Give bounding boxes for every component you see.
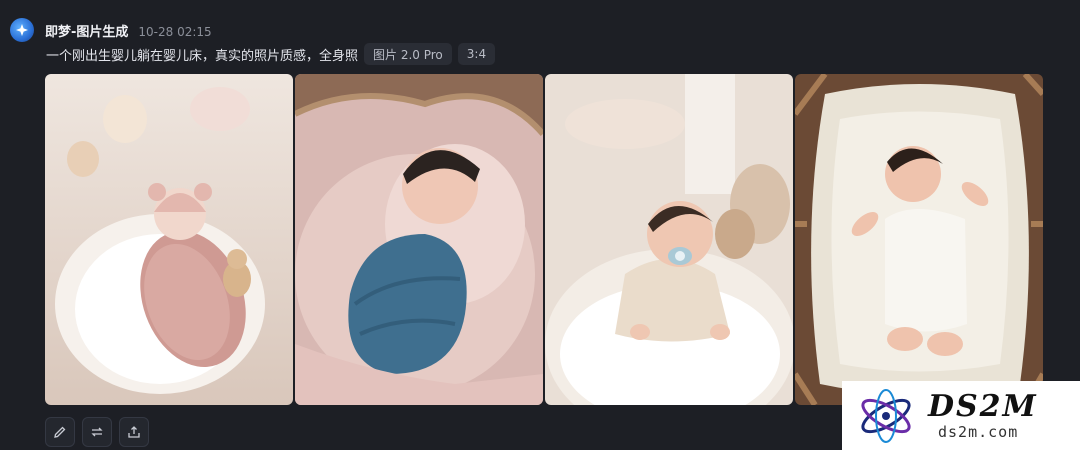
share-button[interactable] [119,417,149,447]
watermark-title: DS2M [928,388,1038,424]
prompt-text: 一个刚出生婴儿躺在婴儿床，真实的照片质感，全身照 [46,48,359,64]
star-icon [16,24,28,36]
action-toolbar [45,417,149,447]
atom-logo-icon [861,388,911,443]
watermark: DS2M ds2m.com [842,381,1080,450]
message-header: 即梦-图片生成 10-28 02:15 [10,18,212,42]
regenerate-icon [91,427,103,437]
app-avatar [10,18,34,42]
image-grid [45,74,1043,405]
prompt-row: 一个刚出生婴儿躺在婴儿床，真实的照片质感，全身照 图片 2.0 Pro 3:4 [46,43,496,65]
generated-image-3[interactable] [545,74,793,405]
app-name: 即梦-图片生成 [45,24,129,40]
generated-image-4[interactable] [795,74,1043,405]
share-icon [128,426,140,438]
timestamp: 10-28 02:15 [138,24,212,39]
generated-image-2[interactable] [295,74,543,405]
watermark-subtitle: ds2m.com [938,422,1019,441]
ratio-chip[interactable]: 3:4 [457,43,496,65]
generated-image-1[interactable] [45,74,293,405]
model-chip[interactable]: 图片 2.0 Pro [364,43,452,65]
edit-button[interactable] [45,417,75,447]
regenerate-button[interactable] [82,417,112,447]
edit-icon [54,426,66,438]
